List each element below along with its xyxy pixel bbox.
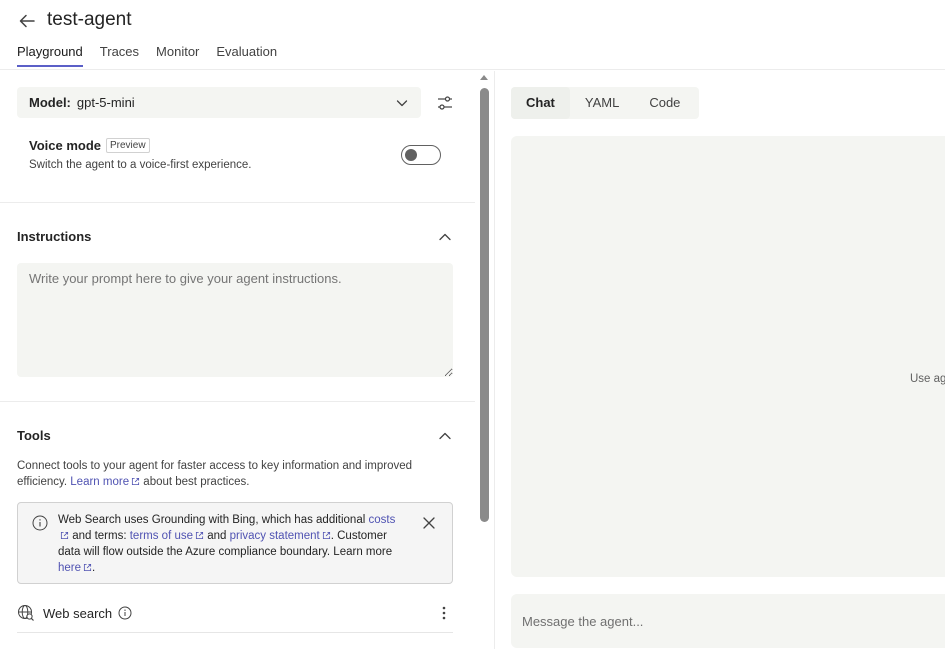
model-label: Model:	[29, 95, 71, 110]
section-divider	[0, 202, 475, 203]
alert-text: .	[92, 562, 96, 574]
privacy-statement-link[interactable]: privacy statement	[230, 530, 320, 542]
external-link-icon	[195, 531, 204, 540]
model-value: gpt-5-mini	[76, 95, 135, 110]
voice-mode-title: Voice mode	[29, 138, 102, 153]
tools-collapse-chevron-up-icon[interactable]	[437, 428, 453, 444]
scroll-up-arrow-icon[interactable]	[480, 75, 488, 80]
external-link-icon	[132, 477, 140, 486]
instructions-collapse-chevron-up-icon[interactable]	[437, 229, 453, 245]
chat-empty-hint: Use ag	[910, 373, 945, 385]
alert-text: and	[207, 530, 227, 542]
tools-description: Connect tools to your agent for faster a…	[17, 458, 437, 490]
instructions-title: Instructions	[17, 229, 92, 244]
web-search-tool-row: Web search	[17, 598, 453, 628]
tab-code[interactable]: Code	[634, 87, 695, 119]
external-link-icon	[322, 531, 330, 540]
back-arrow-icon[interactable]	[16, 10, 38, 32]
tab-monitor[interactable]: Monitor	[156, 44, 199, 67]
model-settings-icon[interactable]	[435, 93, 455, 113]
voice-mode-toggle[interactable]	[401, 145, 441, 165]
tools-desc-text-2: about best practices.	[143, 476, 250, 488]
info-icon[interactable]	[118, 606, 132, 620]
tab-yaml[interactable]: YAML	[570, 87, 634, 119]
voice-mode-description: Switch the agent to a voice-first experi…	[29, 159, 252, 171]
web-search-alert: Web Search uses Grounding with Bing, whi…	[17, 502, 453, 584]
more-vertical-icon[interactable]	[441, 605, 447, 621]
external-link-icon	[60, 531, 69, 540]
tab-playground[interactable]: Playground	[17, 44, 83, 67]
tools-title: Tools	[17, 428, 51, 443]
alert-text: Web Search uses Grounding with Bing, whi…	[58, 514, 366, 526]
info-icon	[32, 515, 48, 531]
model-dropdown[interactable]: Model: gpt-5-mini	[17, 87, 421, 118]
tab-chat[interactable]: Chat	[511, 87, 570, 119]
row-divider	[17, 632, 453, 633]
tab-evaluation[interactable]: Evaluation	[216, 44, 277, 67]
learn-more-link[interactable]: Learn more	[70, 476, 129, 488]
header-tabs: Playground Traces Monitor Evaluation	[17, 44, 294, 67]
globe-search-icon	[18, 605, 34, 621]
web-search-label: Web search	[43, 605, 113, 621]
instructions-input[interactable]	[17, 263, 453, 377]
left-panel-scrollbar[interactable]	[477, 71, 491, 649]
alert-text: and terms:	[72, 530, 127, 542]
terms-of-use-link[interactable]: terms of use	[130, 530, 193, 542]
view-tabs: Chat YAML Code	[511, 87, 699, 119]
page-header: test-agent Playground Traces Monitor Eva…	[0, 0, 945, 70]
close-icon[interactable]	[421, 515, 437, 531]
costs-link[interactable]: costs	[368, 514, 395, 526]
config-panel: Model: gpt-5-mini Voice mode Preview Swi…	[0, 71, 475, 649]
preview-badge: Preview	[106, 138, 150, 153]
chat-panel: Chat YAML Code Use ag	[494, 71, 945, 649]
chat-messages-area: Use ag	[511, 136, 945, 577]
alert-message: Web Search uses Grounding with Bing, whi…	[58, 512, 408, 576]
message-input[interactable]	[511, 594, 945, 648]
section-divider	[0, 401, 475, 402]
tab-traces[interactable]: Traces	[100, 44, 139, 67]
external-link-icon	[83, 563, 92, 572]
chevron-down-icon	[395, 96, 409, 110]
toggle-knob	[405, 149, 417, 161]
page-title: test-agent	[47, 9, 132, 30]
here-link[interactable]: here	[58, 562, 81, 574]
scrollbar-thumb[interactable]	[480, 88, 489, 522]
